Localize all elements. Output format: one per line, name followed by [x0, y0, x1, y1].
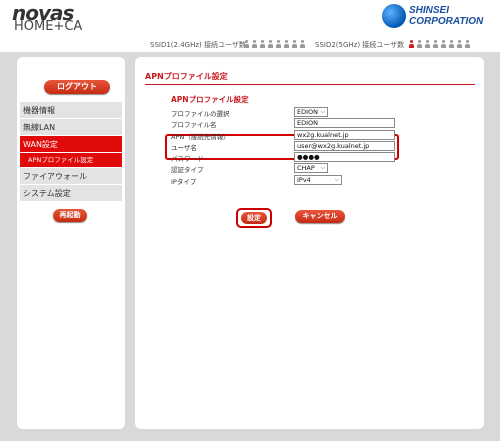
- row-profile-name: プロファイル名 EDION: [171, 118, 441, 129]
- apn-input[interactable]: wx2g.kualnet.jp: [294, 129, 395, 140]
- user-icon: [275, 40, 282, 49]
- set-button[interactable]: 設定: [241, 212, 267, 224]
- user-icon: [432, 40, 439, 49]
- page-title: APNプロファイル設定: [145, 71, 475, 85]
- ip-type-value: IPv4: [297, 175, 311, 184]
- set-button-highlight: 設定: [236, 208, 272, 228]
- password-input[interactable]: ●●●●: [294, 152, 395, 163]
- sidebar-item-wan-settings[interactable]: WAN設定: [20, 136, 122, 153]
- row-ip-type: IPタイプ IPv4 ⌵: [171, 174, 441, 186]
- ip-type-label: IPタイプ: [171, 177, 197, 186]
- logout-button[interactable]: ログアウト: [44, 80, 110, 94]
- model-name: HOME+CA: [14, 19, 83, 34]
- row-password: パスワード ●●●●: [171, 152, 441, 163]
- user-icon: [408, 40, 415, 49]
- password-label: パスワード: [171, 155, 204, 164]
- shinsei-logo: SHINSEI CORPORATION: [382, 4, 484, 30]
- main-panel: APNプロファイル設定 APNプロファイル設定 プロファイルの選択 EDION …: [135, 57, 484, 429]
- user-icon: [424, 40, 431, 49]
- chevron-down-icon: ⌵: [320, 108, 325, 115]
- row-apn: APN（接続先情報） wx2g.kualnet.jp: [171, 129, 441, 141]
- ip-type-select[interactable]: IPv4 ⌵: [294, 174, 342, 185]
- user-icon: [283, 40, 290, 49]
- sidebar: ログアウト 機器情報 無線LAN WAN設定 APNプロファイル設定 ファイアウ…: [17, 57, 125, 429]
- auth-type-select[interactable]: CHAP ⌵: [294, 163, 328, 174]
- user-icon: [464, 40, 471, 49]
- user-icon: [440, 40, 447, 49]
- row-username: ユーザ名 user@wx2g.kualnet.jp: [171, 140, 441, 152]
- profile-name-input[interactable]: EDION: [294, 118, 395, 129]
- chevron-down-icon: ⌵: [320, 164, 325, 172]
- ssid2-users: [408, 40, 471, 49]
- auth-type-label: 認証タイプ: [171, 166, 204, 175]
- sidebar-item-wireless-lan[interactable]: 無線LAN: [20, 119, 122, 136]
- row-auth-type: 認証タイプ CHAP ⌵: [171, 163, 441, 174]
- auth-type-value: CHAP: [297, 164, 315, 173]
- ssid1-label: SSID1(2.4GHz) 接続ユーザ数: [150, 41, 246, 49]
- user-icon: [259, 40, 266, 49]
- user-icon: [416, 40, 423, 49]
- company-name-line2: CORPORATION: [409, 16, 484, 27]
- user-icon: [448, 40, 455, 49]
- username-input[interactable]: user@wx2g.kualnet.jp: [294, 140, 395, 151]
- profile-select-value: EDION: [297, 108, 319, 116]
- ssid2-label: SSID2(5GHz) 接続ユーザ数: [315, 41, 405, 49]
- sidebar-item-firewall[interactable]: ファイアウォール: [20, 168, 122, 185]
- profile-name-label: プロファイル名: [171, 121, 217, 130]
- apn-label: APN（接続先情報）: [171, 132, 230, 141]
- user-icon: [299, 40, 306, 49]
- apn-form: プロファイルの選択 EDION ⌵ プロファイル名 EDION APN（接続先情…: [171, 107, 441, 186]
- row-profile-select: プロファイルの選択 EDION ⌵: [171, 107, 441, 118]
- sidebar-menu: 機器情報 無線LAN WAN設定 APNプロファイル設定 ファイアウォール シス…: [20, 102, 122, 202]
- ssid1-users: [243, 40, 306, 49]
- user-icon: [267, 40, 274, 49]
- user-icon: [456, 40, 463, 49]
- sidebar-item-apn-profile[interactable]: APNプロファイル設定: [20, 153, 122, 168]
- ssid-status-bar: SSID1(2.4GHz) 接続ユーザ数 SSID2(5GHz) 接続ユーザ数: [0, 38, 500, 52]
- company-name-line1: SHINSEI: [409, 5, 450, 16]
- user-icon: [291, 40, 298, 49]
- username-label: ユーザ名: [171, 143, 197, 152]
- cancel-button[interactable]: キャンセル: [295, 210, 345, 223]
- user-icon: [251, 40, 258, 49]
- chevron-down-icon: ⌵: [334, 175, 339, 183]
- sidebar-item-device-info[interactable]: 機器情報: [20, 102, 122, 119]
- section-title: APNプロファイル設定: [171, 95, 249, 104]
- sidebar-item-system-settings[interactable]: システム設定: [20, 185, 122, 202]
- globe-icon: [382, 4, 406, 28]
- user-icon: [243, 40, 250, 49]
- profile-select-label: プロファイルの選択: [171, 110, 230, 118]
- restart-button[interactable]: 再起動: [53, 209, 87, 222]
- profile-select[interactable]: EDION ⌵: [294, 107, 328, 117]
- header: novas HOME+CA SHINSEI CORPORATION SSID1(…: [0, 0, 500, 52]
